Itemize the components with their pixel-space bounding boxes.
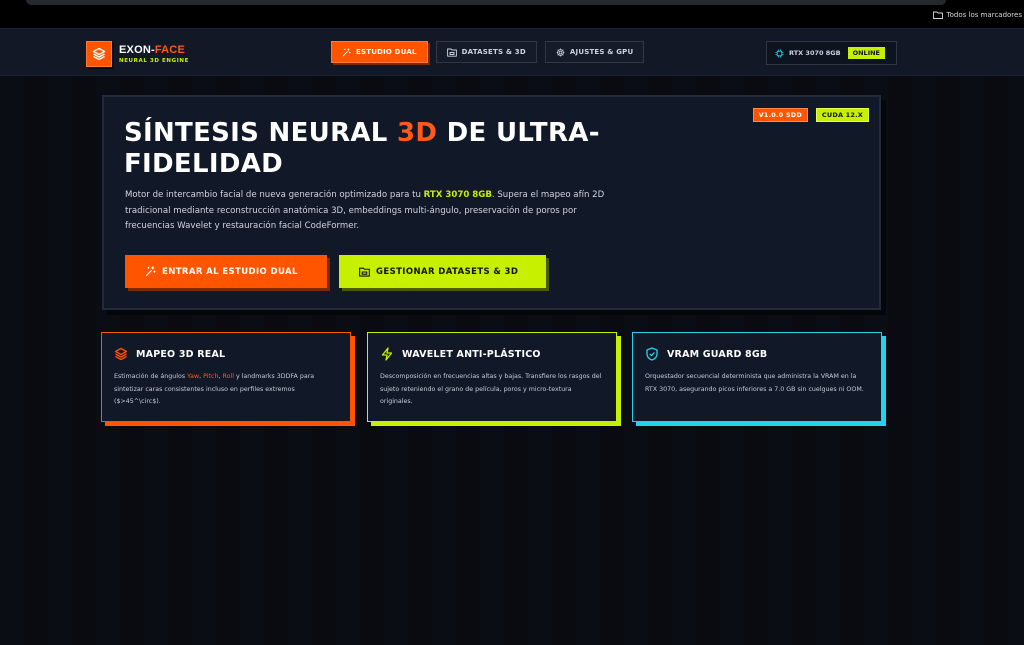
tab-ajustes-gpu[interactable]: AJUSTES & GPU	[544, 41, 645, 63]
feature-card-wavelet: WAVELET ANTI-PLÁSTICO Descomposición en …	[367, 332, 617, 422]
layers-icon	[114, 347, 128, 361]
enter-studio-button[interactable]: ENTRAR AL ESTUDIO DUAL	[125, 255, 327, 288]
hero-badges: V1.0.0 SDD CUDA 12.X	[752, 108, 869, 122]
gpu-label: RTX 3070 8GB	[789, 49, 841, 57]
manage-datasets-button[interactable]: GESTIONAR DATASETS & 3D	[339, 255, 546, 288]
feature-card-3d-mapping: MAPEO 3D REAL Estimación de ángulos Yaw,…	[101, 332, 351, 422]
version-badge: V1.0.0 SDD	[752, 108, 808, 122]
brand-subtitle: NEURAL 3D ENGINE	[119, 58, 189, 64]
top-navbar: EXON-FACE NEURAL 3D ENGINE ESTUDIO DUAL …	[0, 28, 1024, 76]
gpu-status: RTX 3070 8GB ONLINE	[766, 41, 897, 65]
layers-icon	[86, 41, 112, 67]
online-badge: ONLINE	[847, 47, 885, 59]
tab-estudio-dual[interactable]: ESTUDIO DUAL	[331, 41, 428, 63]
feature-title: MAPEO 3D REAL	[136, 348, 226, 360]
brand-name: EXON-FACE	[119, 44, 185, 56]
hero-panel: V1.0.0 SDD CUDA 12.X SÍNTESIS NEURAL 3D …	[102, 95, 881, 310]
feature-title: WAVELET ANTI-PLÁSTICO	[402, 348, 541, 360]
hero-description: Motor de intercambio facial de nueva gen…	[125, 190, 605, 231]
tab-datasets-3d[interactable]: DATASETS & 3D	[435, 41, 537, 63]
feature-description: Estimación de ángulos Yaw, Pitch, Roll y…	[114, 373, 315, 405]
cpu-icon	[775, 48, 784, 58]
main-tabs: ESTUDIO DUAL DATASETS & 3D AJUSTES & GPU	[331, 41, 645, 63]
bookmarks-label: Todos los marcadores	[946, 11, 1022, 19]
browser-chrome: Todos los marcadores	[0, 0, 1024, 28]
lightning-icon	[380, 347, 394, 361]
shield-icon	[645, 347, 659, 361]
folder-icon	[446, 48, 457, 57]
address-bar[interactable]	[26, 0, 946, 5]
feature-description: Descomposición en frecuencias altas y ba…	[380, 373, 602, 405]
bookmarks-folder[interactable]: Todos los marcadores	[932, 11, 1022, 19]
folder-icon	[359, 267, 370, 277]
feature-title: VRAM GUARD 8GB	[667, 348, 768, 360]
brand[interactable]: EXON-FACE NEURAL 3D ENGINE	[86, 41, 189, 67]
hero-actions: ENTRAR AL ESTUDIO DUAL GESTIONAR DATASET…	[125, 255, 546, 288]
sparkles-icon	[342, 47, 351, 57]
cuda-badge: CUDA 12.X	[815, 108, 869, 122]
hero-title: SÍNTESIS NEURAL 3D DE ULTRA-FIDELIDAD	[124, 118, 600, 179]
folder-icon	[932, 11, 943, 19]
gear-icon	[556, 48, 565, 57]
sparkles-icon	[145, 266, 156, 277]
feature-description: Orquestador secuencial determinista que …	[645, 373, 864, 393]
feature-card-vram-guard: VRAM GUARD 8GB Orquestador secuencial de…	[632, 332, 882, 422]
